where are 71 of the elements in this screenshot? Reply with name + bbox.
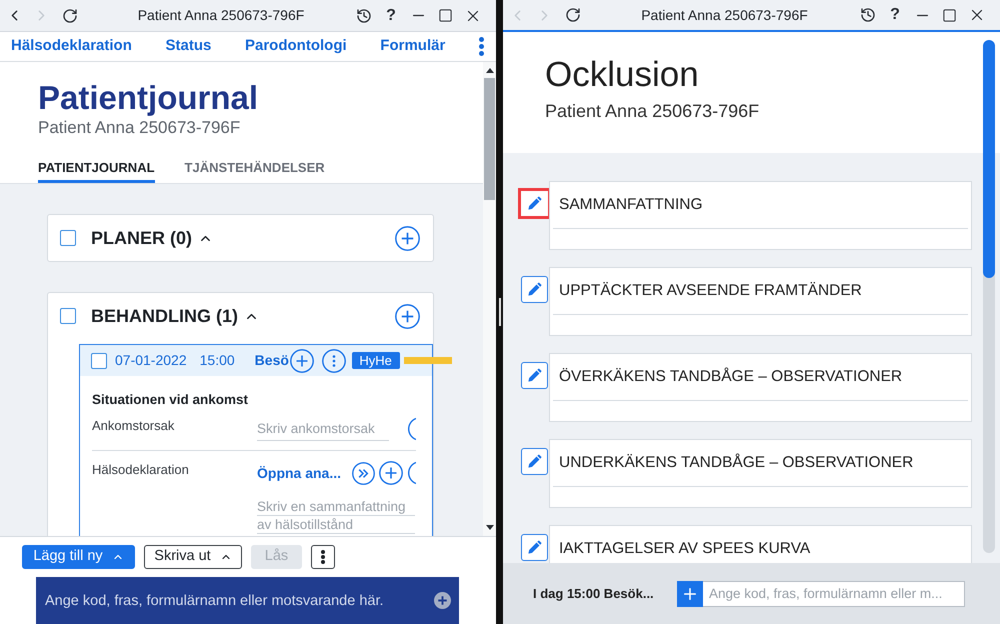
- entry-date: 07-01-2022: [115, 351, 187, 370]
- edit-button[interactable]: [521, 534, 548, 561]
- scroll-down-icon[interactable]: [486, 525, 494, 530]
- pencil-icon: [527, 368, 542, 383]
- user-badge: HyHe: [352, 352, 400, 369]
- scrollbar-thumb[interactable]: [484, 78, 495, 200]
- entry-time: 15:00: [200, 351, 235, 370]
- more-icon: [321, 550, 325, 564]
- tab[interactable]: PATIENTJOURNAL: [38, 158, 155, 183]
- add-button[interactable]: [677, 580, 703, 606]
- text-input[interactable]: Skriv ankomstorsak: [257, 417, 389, 441]
- double-chevron-icon[interactable]: [352, 462, 375, 484]
- command-bar[interactable]: Ange kod, fras, formulärnamn eller motsvarande här.: [36, 577, 459, 624]
- pencil-icon: [527, 196, 542, 211]
- summary-field[interactable]: Skriv en sammanfattning av hälsotillstånd: [257, 498, 415, 534]
- checkbox[interactable]: [60, 308, 76, 324]
- edit-button[interactable]: [521, 276, 548, 303]
- nav-link[interactable]: Hälsodeklaration: [11, 35, 132, 58]
- window-title: Patient Anna 250673-796F: [138, 6, 304, 25]
- nav-link[interactable]: Status: [166, 35, 212, 58]
- section-title: ÖVERKÄKENS TANDBÅGE – OBSERVATIONER: [559, 366, 902, 388]
- refresh-icon[interactable]: [565, 7, 581, 23]
- more-button[interactable]: [311, 545, 335, 569]
- maximize-icon[interactable]: [438, 8, 453, 23]
- edit-button[interactable]: [521, 362, 548, 389]
- command-input[interactable]: Ange kod, fras, formulärnamn eller m...: [703, 580, 965, 606]
- page-title: Ocklusion: [545, 54, 699, 96]
- history-icon[interactable]: [356, 8, 372, 24]
- checkbox[interactable]: [91, 352, 107, 368]
- refresh-icon[interactable]: [62, 8, 78, 24]
- field-label: Ankomstorsak: [92, 417, 176, 435]
- toolbar-button[interactable]: Skriva ut: [144, 545, 242, 569]
- help-button[interactable]: ?: [887, 7, 903, 23]
- edit-button[interactable]: [518, 188, 551, 219]
- nav-link[interactable]: Formulär: [380, 35, 446, 58]
- splitter-handle[interactable]: [498, 298, 500, 326]
- checkbox[interactable]: [60, 230, 76, 246]
- section-heading: Situationen vid ankomst: [92, 391, 248, 409]
- toolbar-button[interactable]: Lägg till ny: [22, 545, 135, 569]
- patient-name: Patient Anna 250673-796F: [545, 100, 760, 122]
- group-title: BEHANDLING (1): [91, 304, 238, 328]
- window-title: Patient Anna 250673-796F: [641, 6, 808, 24]
- section-title: UPPTÄCKTER AVSEENDE FRAMTÄNDER: [559, 281, 862, 302]
- add-icon[interactable]: [395, 304, 420, 328]
- page-title: Patientjournal: [38, 78, 258, 118]
- pencil-icon: [527, 454, 542, 469]
- pencil-icon: [527, 540, 542, 555]
- edit-button[interactable]: [521, 448, 548, 475]
- more-icon[interactable]: [478, 37, 484, 56]
- history-icon[interactable]: [860, 7, 876, 23]
- section-title: SAMMANFATTNING: [559, 195, 703, 216]
- nav-link[interactable]: Parodontologi: [245, 35, 347, 58]
- add-icon[interactable]: [379, 461, 403, 485]
- help-button[interactable]: ?: [383, 8, 399, 24]
- tab[interactable]: TJÄNSTEHÄNDELSER: [184, 158, 325, 183]
- pencil-icon: [527, 282, 542, 297]
- visit-status: I dag 15:00 Besök...: [533, 584, 654, 603]
- group-title: PLANER (0): [91, 226, 192, 250]
- open-link[interactable]: Öppna ana...: [257, 462, 342, 484]
- more-icon[interactable]: [322, 348, 346, 372]
- scroll-up-icon[interactable]: [486, 68, 494, 73]
- add-icon[interactable]: [434, 592, 451, 609]
- add-icon[interactable]: [395, 226, 420, 250]
- patient-name: Patient Anna 250673-796F: [38, 118, 240, 138]
- add-icon[interactable]: [290, 348, 314, 372]
- scrollbar-thumb[interactable]: [983, 40, 995, 278]
- maximize-icon[interactable]: [942, 8, 957, 22]
- section-title: IAKTTAGELSER AV SPEES KURVA: [559, 539, 810, 560]
- visit-type: Besö: [254, 351, 290, 370]
- field-label: Hälsodeklaration: [92, 461, 190, 479]
- section-title: UNDERKÄKENS TANDBÅGE – OBSERVATIONER: [559, 452, 914, 474]
